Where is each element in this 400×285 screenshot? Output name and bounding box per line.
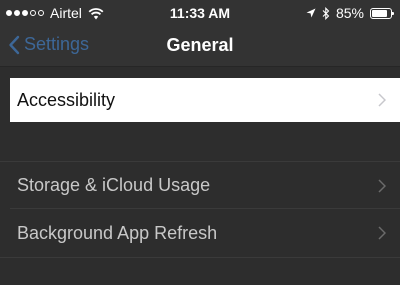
battery-percent: 85% [335, 5, 364, 21]
chevron-right-icon [378, 178, 386, 193]
settings-row-storage-icloud[interactable]: Storage & iCloud Usage [10, 163, 400, 209]
page-title: General [166, 35, 234, 55]
settings-row-background-app-refresh[interactable]: Background App Refresh [10, 210, 400, 256]
group-separator [0, 161, 400, 162]
battery-icon [370, 7, 394, 19]
chevron-right-icon [378, 93, 386, 107]
row-label: Background App Refresh [17, 222, 218, 243]
group-separator [0, 257, 400, 258]
battery-fill [372, 9, 387, 17]
row-label: Accessibility [17, 89, 116, 110]
status-right: 85% [306, 5, 394, 21]
status-bar: Airtel 11:33 AM 85% [0, 0, 400, 26]
settings-row-accessibility[interactable]: Accessibility [10, 78, 400, 122]
navigation-bar: Settings General [0, 26, 400, 67]
row-label: Storage & iCloud Usage [17, 175, 211, 195]
bluetooth-icon [322, 6, 330, 20]
location-arrow-icon [306, 8, 316, 17]
chevron-right-icon [378, 226, 386, 240]
